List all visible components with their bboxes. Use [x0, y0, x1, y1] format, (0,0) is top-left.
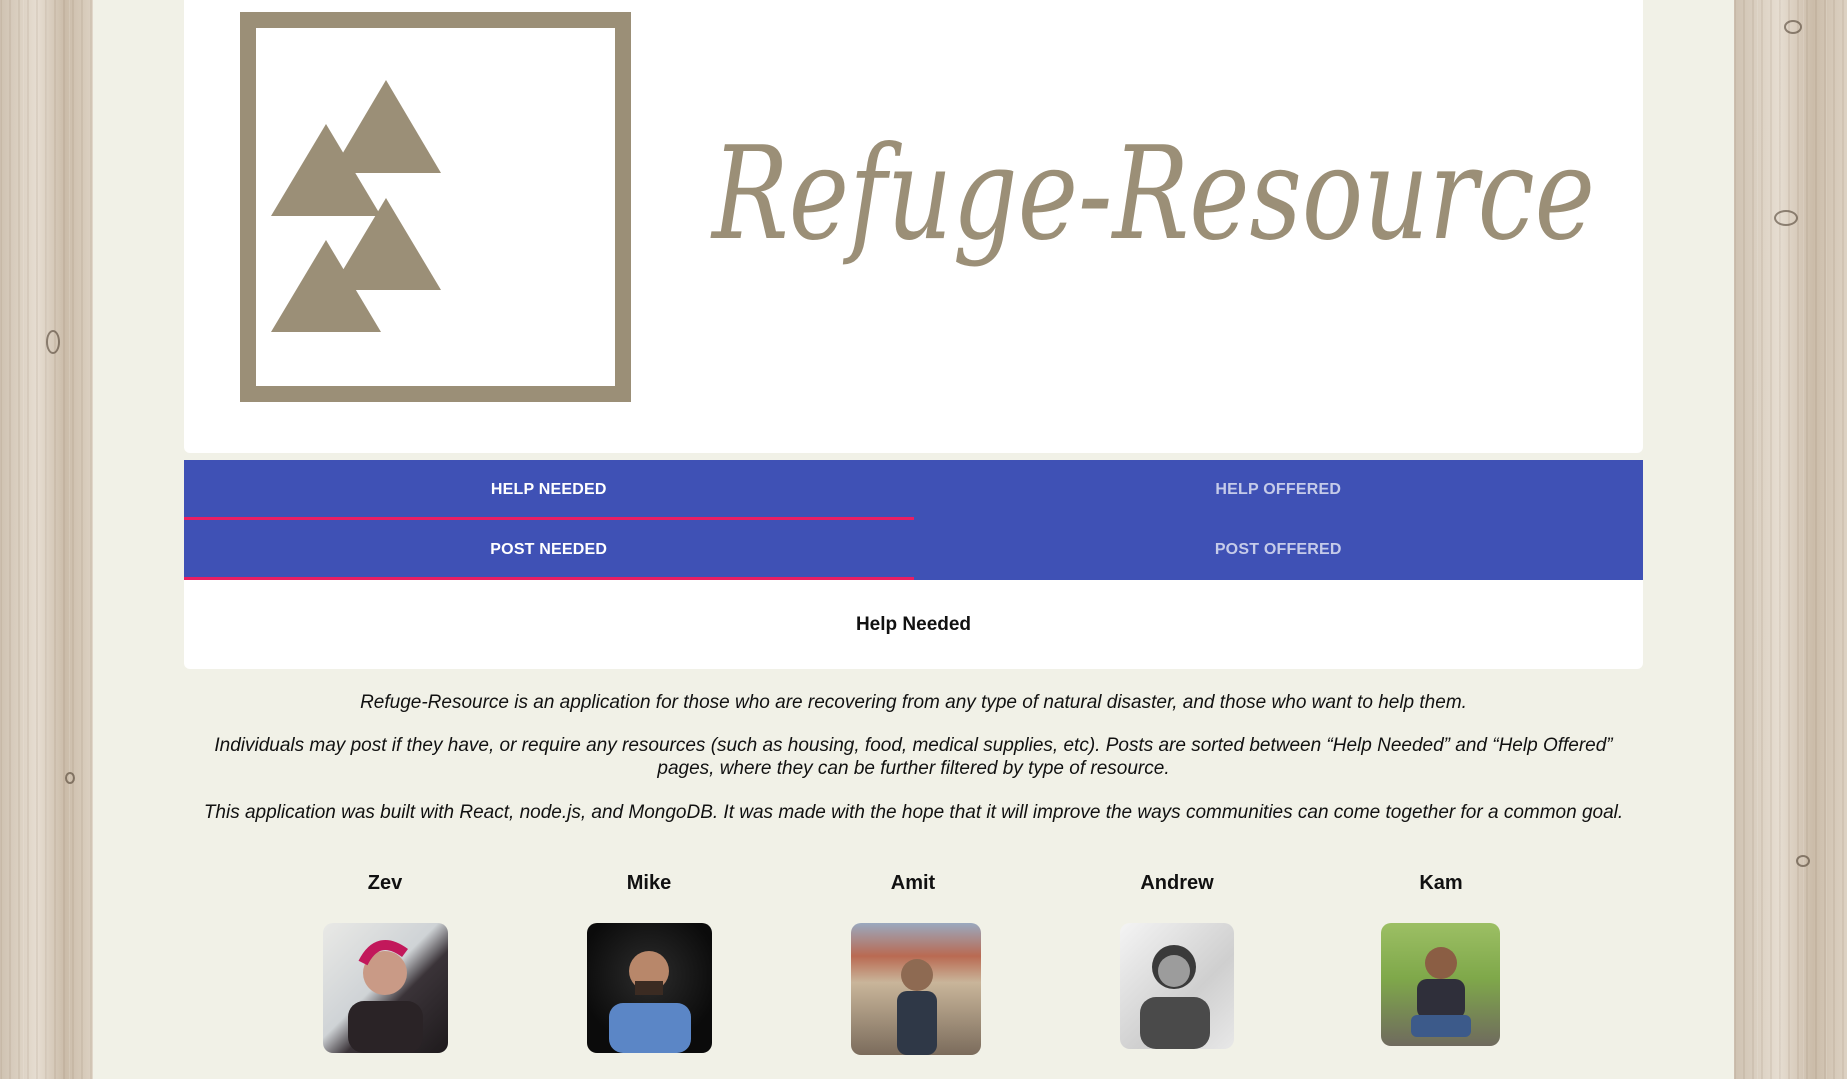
person-photo-icon	[897, 959, 937, 1055]
tab-label: HELP OFFERED	[1215, 481, 1342, 498]
wood-knot	[46, 330, 60, 354]
brand-logo: Refuge-Resource	[240, 12, 1595, 402]
member-name: Zev	[367, 872, 403, 894]
section-heading: Help Needed	[855, 613, 972, 635]
logo-triangle	[331, 80, 441, 173]
member-name: Andrew	[1140, 872, 1214, 894]
person-photo-icon	[348, 940, 423, 1053]
tab-label: POST OFFERED	[1214, 541, 1342, 558]
team-member-zev: Zev	[295, 872, 475, 902]
tab-label: POST NEEDED	[490, 541, 608, 558]
person-photo-icon	[609, 951, 691, 1053]
wood-background-right	[1734, 0, 1847, 1079]
tab-row-help: HELP NEEDED HELP OFFERED	[184, 460, 1643, 520]
member-name: Mike	[626, 872, 672, 894]
avatar-zev	[323, 923, 448, 1053]
wood-background-left	[0, 0, 93, 1079]
tab-row-post: POST NEEDED POST OFFERED	[184, 520, 1643, 580]
person-photo-icon	[1140, 945, 1210, 1049]
member-name: Amit	[890, 872, 936, 894]
tab-bar: HELP NEEDED HELP OFFERED POST NEEDED POS…	[184, 460, 1643, 580]
about-paragraph-3: This application was built with React, n…	[203, 802, 1624, 823]
tab-label: HELP NEEDED	[490, 481, 607, 498]
team-member-mike: Mike	[559, 872, 739, 902]
tab-post-offered[interactable]: POST OFFERED	[914, 520, 1644, 580]
avatar-mike	[587, 923, 712, 1053]
avatar-andrew	[1120, 923, 1234, 1049]
tab-help-needed[interactable]: HELP NEEDED	[184, 460, 914, 520]
wood-knot	[1784, 20, 1802, 34]
logo-card: Refuge-Resource	[184, 0, 1643, 453]
avatar-kam	[1381, 923, 1500, 1046]
team-member-andrew: Andrew	[1087, 872, 1267, 902]
avatar-amit	[851, 923, 981, 1055]
main-container: Refuge-Resource HELP NEEDED HELP OFFERED…	[93, 0, 1734, 1079]
tab-help-offered[interactable]: HELP OFFERED	[914, 460, 1644, 520]
wood-knot	[65, 772, 75, 784]
wood-knot	[1774, 210, 1798, 226]
wood-knot	[1796, 855, 1810, 867]
member-name: Kam	[1419, 872, 1463, 894]
tab-post-needed[interactable]: POST NEEDED	[184, 520, 914, 580]
logo-wordmark: Refuge-Resource	[710, 120, 1595, 269]
about-paragraph-2: Individuals may post if they have, or re…	[214, 735, 1613, 779]
team-member-amit: Amit	[823, 872, 1003, 902]
content-card: Help Needed	[184, 580, 1643, 669]
person-photo-icon	[1411, 947, 1471, 1037]
team-member-kam: Kam	[1351, 872, 1531, 902]
about-paragraph-1: Refuge-Resource is an application for th…	[360, 692, 1467, 713]
